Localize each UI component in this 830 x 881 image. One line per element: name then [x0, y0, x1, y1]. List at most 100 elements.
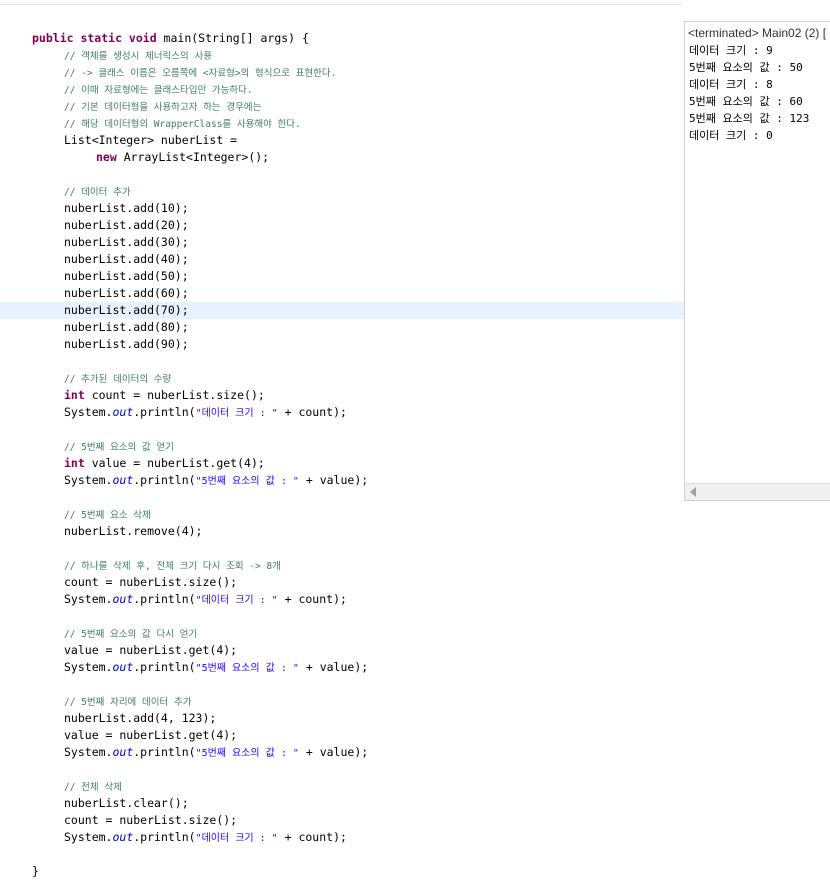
- code-line: nuberList.clear();: [0, 795, 746, 812]
- code-line: nuberList.add(60);: [0, 285, 746, 302]
- code-text: + value);: [298, 660, 369, 674]
- code-line: System.out.println("데이터 크기 : " + count);: [0, 591, 746, 608]
- console-line: 5번째 요소의 값 : 123: [689, 112, 810, 125]
- code-line: // 해당 데이터형의 WrapperClass를 사용해야 한다.: [0, 115, 746, 132]
- console-header: <terminated> Main02 (2) [: [688, 26, 827, 40]
- code-text: System.: [64, 405, 113, 419]
- code-text: nuberList.add(40);: [64, 252, 189, 266]
- code-keyword: new: [96, 150, 117, 164]
- code-line: System.out.println("5번째 요소의 값 : " + valu…: [0, 744, 746, 761]
- console-line: 데이터 크기 : 9: [689, 44, 773, 57]
- code-field: out: [112, 745, 134, 759]
- code-line: value = nuberList.get(4);: [0, 642, 746, 659]
- scroll-left-arrow-icon[interactable]: [690, 487, 696, 497]
- code-line: nuberList.add(40);: [0, 251, 746, 268]
- horizontal-scrollbar[interactable]: [685, 483, 830, 500]
- console-view[interactable]: <terminated> Main02 (2) [ 데이터 크기 : 9 5번째 …: [684, 21, 830, 501]
- code-text: System.: [64, 745, 113, 759]
- code-text: nuberList.add(70);: [64, 303, 189, 317]
- code-text: }: [32, 864, 39, 878]
- code-keyword: public static void: [32, 31, 157, 45]
- code-text: count = nuberList.size();: [84, 388, 265, 402]
- code-comment: // 데이터 추가: [64, 187, 131, 198]
- code-line: int value = nuberList.get(4);: [0, 455, 746, 472]
- console-line: 5번째 요소의 값 : 60: [689, 95, 803, 108]
- code-line: nuberList.add(70);: [0, 302, 746, 319]
- code-line: System.out.println("5번째 요소의 값 : " + valu…: [0, 659, 746, 676]
- code-comment: // 5번째 요소의 값 다시 얻기: [64, 629, 198, 640]
- code-line: nuberList.add(30);: [0, 234, 746, 251]
- code-comment: // 해당 데이터형의 WrapperClass를 사용해야 한다.: [64, 119, 301, 130]
- code-line: // 하나를 삭제 후, 전체 크기 다시 조회 -> 8개: [0, 557, 746, 574]
- code-string: "데이터 크기 : ": [195, 595, 278, 606]
- code-text: nuberList.add(60);: [64, 286, 189, 300]
- code-text: + count);: [277, 830, 347, 844]
- code-string: "5번째 요소의 값 : ": [195, 663, 299, 674]
- code-line: nuberList.add(50);: [0, 268, 746, 285]
- code-string: "데이터 크기 : ": [195, 833, 278, 844]
- code-keyword: int: [64, 388, 85, 402]
- code-line: // 5번째 요소의 값 다시 얻기: [0, 625, 746, 642]
- code-line: // 5번째 요소 삭제: [0, 506, 746, 523]
- code-line: nuberList.remove(4);: [0, 523, 746, 540]
- code-string: "5번째 요소의 값 : ": [195, 476, 299, 487]
- code-text: .println(: [133, 830, 196, 844]
- code-comment: // 객체를 생성시 제너릭스의 사용: [64, 51, 212, 62]
- code-text: nuberList.add(80);: [64, 320, 189, 334]
- code-text: count = nuberList.size();: [64, 575, 238, 589]
- code-line: value = nuberList.get(4);: [0, 727, 746, 744]
- code-text: .println(: [133, 660, 196, 674]
- code-text: .println(: [133, 473, 196, 487]
- code-string: "5번째 요소의 값 : ": [195, 748, 299, 759]
- code-text: main(String[] args) {: [156, 31, 309, 45]
- code-line: System.out.println("데이터 크기 : " + count);: [0, 829, 746, 846]
- code-field: out: [112, 405, 134, 419]
- code-line: new ArrayList<Integer>();: [0, 149, 778, 166]
- code-text: System.: [64, 830, 113, 844]
- console-line: 데이터 크기 : 8: [689, 78, 773, 91]
- code-line: // 5번째 자리에 데이터 추가: [0, 693, 746, 710]
- code-text: System.: [64, 592, 113, 606]
- code-string: "데이터 크기 : ": [195, 408, 278, 419]
- code-line: nuberList.add(4, 123);: [0, 710, 746, 727]
- console-line: 5번째 요소의 값 : 50: [689, 61, 803, 74]
- code-text: nuberList.add(90);: [64, 337, 189, 351]
- code-text: + value);: [298, 745, 369, 759]
- code-text: nuberList.add(10);: [64, 201, 189, 215]
- code-line: // -> 클래스 이름은 오름쪽에 <자료형>의 형식으로 표현한다.: [0, 64, 746, 81]
- code-text: .println(: [133, 745, 196, 759]
- code-line: }: [0, 863, 714, 880]
- code-comment: // 5번째 자리에 데이터 추가: [64, 697, 192, 708]
- code-line: // 데이터 추가: [0, 183, 746, 200]
- code-line: int count = nuberList.size();: [0, 387, 746, 404]
- code-comment: // 전체 삭제: [64, 782, 122, 793]
- code-line: // 5번째 요소의 값 얻기: [0, 438, 746, 455]
- code-line: count = nuberList.size();: [0, 574, 746, 591]
- code-text: nuberList.remove(4);: [64, 524, 203, 538]
- code-line: nuberList.add(20);: [0, 217, 746, 234]
- code-text: List<Integer> nuberList =: [64, 133, 238, 147]
- code-line: nuberList.add(80);: [0, 319, 746, 336]
- code-comment: // 추가된 데이터의 수량: [64, 374, 172, 385]
- code-editor[interactable]: public static void main(String[] args) {…: [0, 4, 746, 881]
- code-field: out: [112, 830, 134, 844]
- code-comment: // 기본 데이터형을 사용하고자 하는 경우에는: [64, 102, 262, 113]
- code-comment: // -> 클래스 이름은 오름쪽에 <자료형>의 형식으로 표현한다.: [64, 68, 337, 79]
- code-text: nuberList.add(20);: [64, 218, 189, 232]
- console-line: 데이터 크기 : 0: [689, 129, 773, 142]
- code-text: System.: [64, 660, 113, 674]
- code-line: // 객체를 생성시 제너릭스의 사용: [0, 47, 746, 64]
- code-line: nuberList.add(10);: [0, 200, 746, 217]
- code-line: public static void main(String[] args) {: [0, 30, 714, 47]
- code-field: out: [112, 660, 134, 674]
- code-line: System.out.println("5번째 요소의 값 : " + valu…: [0, 472, 746, 489]
- code-text: .println(: [133, 405, 196, 419]
- code-field: out: [112, 473, 134, 487]
- code-text: nuberList.clear();: [64, 796, 189, 810]
- code-field: out: [112, 592, 134, 606]
- code-keyword: int: [64, 456, 85, 470]
